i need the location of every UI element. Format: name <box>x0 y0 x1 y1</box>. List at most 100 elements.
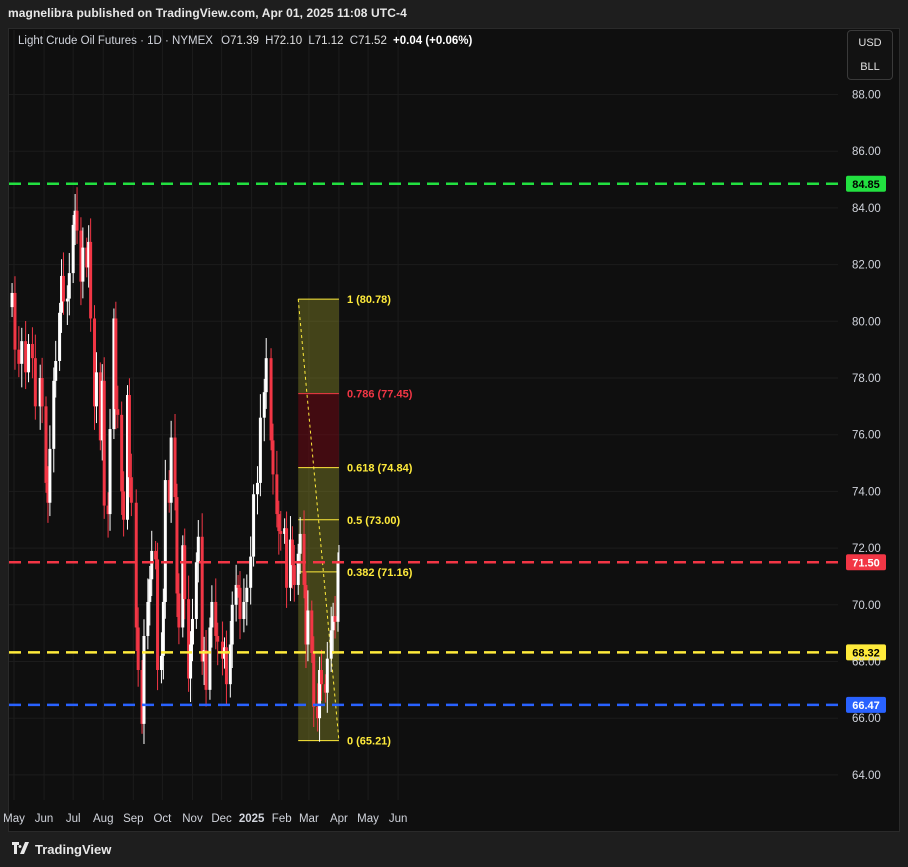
candle-body <box>183 545 187 600</box>
price-tick-label: 74.00 <box>852 486 881 498</box>
candle-body <box>120 414 124 492</box>
candle-body <box>24 341 28 373</box>
candle-body <box>310 610 314 653</box>
tradingview-logo-icon <box>12 842 30 857</box>
candle-body <box>17 349 21 364</box>
candle-body <box>175 497 179 594</box>
candle-body <box>146 601 150 636</box>
price-chart[interactable]: 1 (80.78) 0.786 (77.45) 0.618 (74.84) 0.5 (… <box>0 0 908 867</box>
candle-body <box>189 644 193 679</box>
price-tick-label: 64.00 <box>852 770 881 782</box>
candle-body <box>102 380 106 506</box>
candle-body <box>108 429 112 515</box>
time-tick-label: Oct <box>153 813 172 825</box>
price-tick-label: 80.00 <box>852 316 881 328</box>
price-tag-label: 71.50 <box>852 557 880 569</box>
candle-body <box>142 635 146 724</box>
price-tick-label: 78.00 <box>852 373 881 385</box>
fib-zone <box>298 299 339 394</box>
candle-body <box>204 650 208 690</box>
price-axis: 88.00 86.00 84.00 82.00 80.00 78.00 76.00 74.00… <box>852 90 881 782</box>
tradingview-footer[interactable]: TradingView <box>12 842 111 857</box>
time-tick-label: May <box>3 813 25 825</box>
currency-unit-button[interactable]: USD BLL <box>847 30 893 80</box>
candle-body <box>190 618 194 645</box>
low-value: 71.12 <box>314 35 344 47</box>
candle-body <box>71 224 75 274</box>
candle-body <box>228 644 232 685</box>
fib-level-label: 0.382 (71.16) <box>347 567 413 579</box>
candle-body <box>290 539 294 566</box>
candle-body <box>269 358 273 441</box>
price-tick-label: 70.00 <box>852 600 881 612</box>
candle-body <box>245 587 249 602</box>
candle-body <box>296 553 300 585</box>
candle-body <box>196 536 200 563</box>
candle-body <box>163 480 167 602</box>
candle-body <box>277 514 281 532</box>
candle-body <box>302 533 306 585</box>
candle-body <box>319 670 323 685</box>
candle-body <box>54 360 58 381</box>
candle-body <box>173 437 177 498</box>
open-label: O <box>221 35 231 47</box>
candle-body <box>329 630 333 659</box>
time-tick-label: Nov <box>182 813 203 825</box>
candle-body <box>134 502 138 628</box>
candle-body <box>65 298 69 302</box>
candle-body <box>216 635 220 642</box>
price-tick-label: 86.00 <box>852 146 881 158</box>
tradingview-brand: TradingView <box>35 842 112 857</box>
price-tick-label: 72.00 <box>852 543 881 555</box>
price-tick-label: 68.00 <box>852 657 881 669</box>
candle-body <box>116 409 120 415</box>
time-tick-label: 2025 <box>239 813 265 825</box>
high-value: 72.10 <box>273 35 303 47</box>
time-tick-label: Feb <box>272 813 292 825</box>
fib-level-label: 0.5 (73.00) <box>347 515 401 527</box>
candle-body <box>122 491 126 520</box>
candle-body <box>52 380 56 449</box>
candle-body <box>33 358 37 407</box>
open-value: 71.39 <box>230 35 259 47</box>
candle-body <box>40 378 44 407</box>
candle-body <box>161 601 165 656</box>
fib-level-label: 0 (65.21) <box>347 736 391 748</box>
candle-body <box>27 343 31 373</box>
fib-level-label: 0.618 (74.84) <box>347 463 413 475</box>
time-tick-label: Jun <box>389 813 408 825</box>
time-tick-label: Jul <box>66 813 81 825</box>
candle-body <box>129 477 133 503</box>
candle-body <box>156 559 160 671</box>
candle-body <box>210 601 214 628</box>
candle-body <box>148 579 152 602</box>
candle-body <box>292 565 296 585</box>
currency-label: USD <box>858 37 882 49</box>
candle-body <box>169 437 173 503</box>
candle-body <box>159 655 163 671</box>
candle-body <box>262 392 266 418</box>
time-tick-label: Mar <box>299 813 319 825</box>
symbol-legend[interactable]: Light Crude Oil Futures · 1D · NYMEX O71… <box>18 35 472 47</box>
candle-body <box>44 406 48 483</box>
candle-body <box>238 587 242 619</box>
candle-body <box>30 343 34 359</box>
fib-level-label: 1 (80.78) <box>347 294 391 306</box>
candle-body <box>81 247 85 282</box>
time-tick-label: Sep <box>123 813 143 825</box>
candle-body <box>127 395 131 478</box>
candle-body <box>234 584 238 605</box>
candle-body <box>285 528 289 588</box>
time-tick-label: Jun <box>35 813 54 825</box>
candle-body <box>20 341 24 364</box>
price-tick-label: 82.00 <box>852 260 881 272</box>
close-value: 71.52 <box>358 35 387 47</box>
candle-body <box>255 482 259 495</box>
candle-body <box>264 358 268 393</box>
candle-body <box>75 210 79 231</box>
candle-body <box>150 550 154 580</box>
candle-body <box>94 372 98 407</box>
candle-body <box>136 627 140 671</box>
candle-body <box>208 627 212 690</box>
time-tick-label: Dec <box>211 813 232 825</box>
